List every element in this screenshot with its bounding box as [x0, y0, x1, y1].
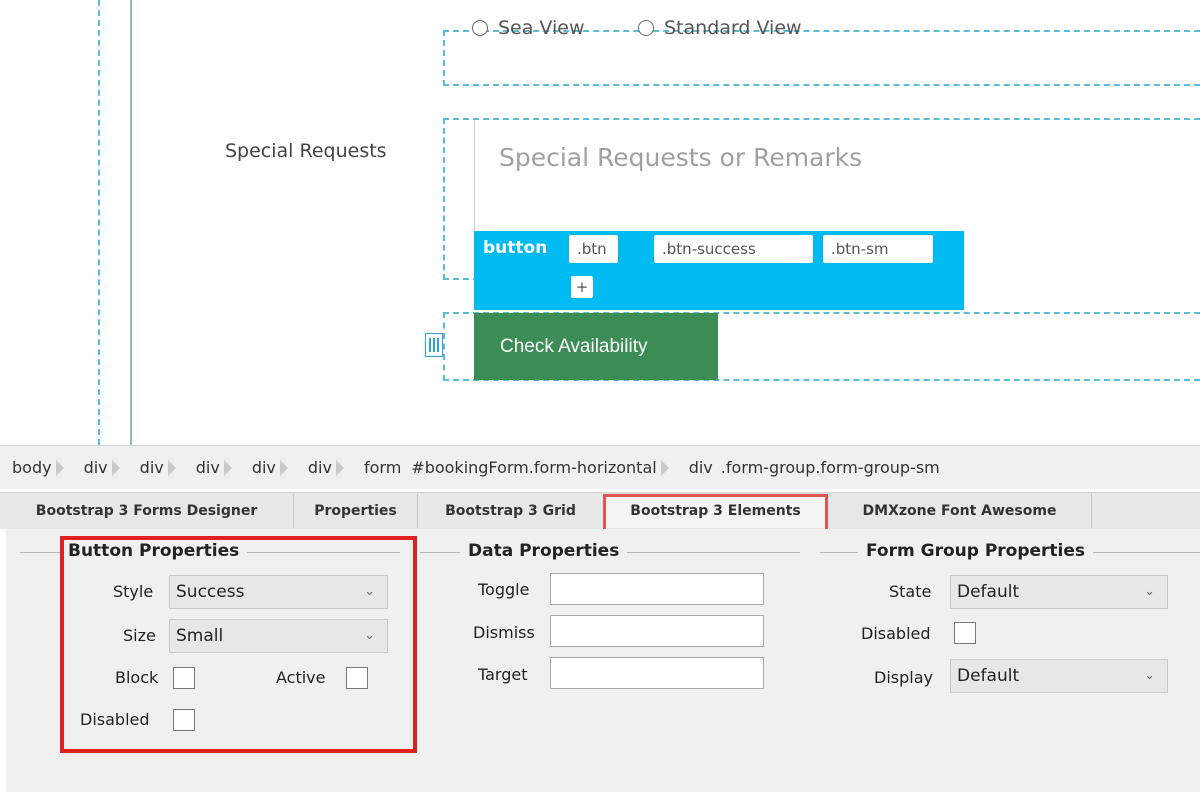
data-properties-title: Data Properties	[460, 541, 628, 561]
tab-properties[interactable]: Properties	[294, 494, 418, 528]
special-requests-label: Special Requests	[225, 140, 387, 162]
tab-forms-designer[interactable]: Bootstrap 3 Forms Designer	[0, 494, 294, 528]
dismiss-label: Dismiss	[473, 623, 535, 642]
container-guide	[98, 0, 100, 445]
breadcrumb-item[interactable]: #bookingForm.form-horizontal	[411, 458, 656, 477]
class-chip-btn-sm[interactable]: .btn-sm	[823, 235, 933, 263]
chevron-down-icon: ⌄	[1144, 668, 1155, 683]
column-guide	[130, 0, 132, 445]
design-canvas: Sea View Standard View Special Requests …	[0, 0, 1200, 445]
display-label: Display	[874, 668, 933, 687]
breadcrumb-item[interactable]: div	[689, 458, 713, 477]
breadcrumb-separator-icon	[55, 459, 64, 476]
breadcrumb-separator-icon	[167, 459, 176, 476]
breadcrumb-item[interactable]: body	[12, 458, 52, 477]
textarea-placeholder: Special Requests or Remarks	[499, 143, 863, 172]
class-chip-btn-success[interactable]: .btn-success	[654, 235, 813, 263]
radio-circle-icon[interactable]	[638, 20, 654, 36]
check-availability-button[interactable]: Check Availability	[474, 313, 718, 380]
tag-selector-breadcrumb: body div div div div div form #bookingFo…	[0, 445, 1200, 489]
fg-disabled-label: Disabled	[861, 624, 931, 643]
radio-standard-view[interactable]: Standard View	[638, 17, 802, 39]
breadcrumb-item[interactable]: .form-group.form-group-sm	[721, 458, 940, 477]
target-label: Target	[478, 665, 528, 684]
breadcrumb-separator-icon	[223, 459, 232, 476]
state-label: State	[889, 582, 932, 601]
breadcrumb-item[interactable]: div	[140, 458, 164, 477]
form-group-properties-title: Form Group Properties	[858, 541, 1094, 561]
dismiss-input[interactable]	[550, 615, 764, 647]
breadcrumb-item[interactable]: div	[252, 458, 276, 477]
display-select[interactable]: Default ⌄	[950, 659, 1168, 693]
add-class-button[interactable]: +	[571, 276, 593, 298]
breadcrumb-item[interactable]: div	[84, 458, 108, 477]
breadcrumb-separator-icon	[111, 459, 120, 476]
breadcrumb-separator-icon	[279, 459, 288, 476]
radio-standard-view-label: Standard View	[664, 17, 802, 39]
target-input[interactable]	[550, 657, 764, 689]
toggle-label: Toggle	[478, 580, 530, 599]
breadcrumb-separator-icon	[335, 459, 344, 476]
state-select[interactable]: Default ⌄	[950, 575, 1168, 609]
fg-disabled-checkbox[interactable]	[954, 622, 976, 644]
radio-sea-view[interactable]: Sea View	[472, 17, 585, 39]
radio-sea-view-label: Sea View	[498, 17, 585, 39]
element-tag-name: button	[483, 238, 548, 258]
state-select-value: Default	[957, 582, 1020, 602]
tab-font-awesome[interactable]: DMXzone Font Awesome	[828, 494, 1092, 528]
class-chip-btn[interactable]: .btn	[569, 235, 618, 263]
panel-tabs: Bootstrap 3 Forms Designer Properties Bo…	[0, 492, 1200, 530]
chevron-down-icon: ⌄	[1144, 584, 1155, 599]
breadcrumb-item[interactable]: div	[196, 458, 220, 477]
button-properties-highlight	[60, 536, 417, 753]
breadcrumb-separator-icon	[660, 459, 669, 476]
tab-grid[interactable]: Bootstrap 3 Grid	[418, 494, 604, 528]
radio-circle-icon[interactable]	[472, 20, 488, 36]
column-handle-icon[interactable]	[425, 333, 443, 357]
breadcrumb-item[interactable]: form	[364, 458, 401, 477]
display-select-value: Default	[957, 666, 1020, 686]
breadcrumb-item[interactable]: div	[308, 458, 332, 477]
active-tab-highlight	[603, 494, 828, 532]
toggle-input[interactable]	[550, 573, 764, 605]
